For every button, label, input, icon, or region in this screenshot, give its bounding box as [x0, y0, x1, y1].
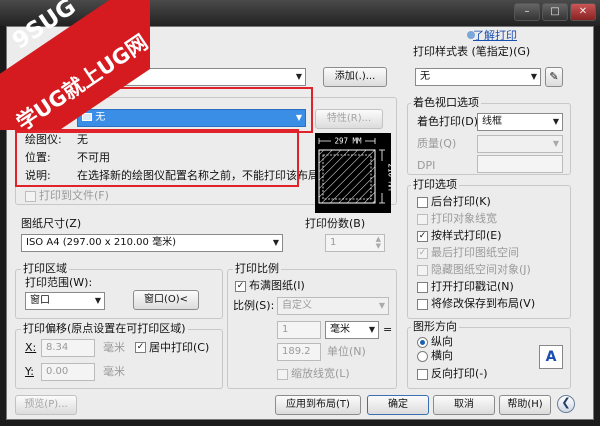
preview-height-label: 210 MM [387, 163, 392, 191]
scale-label: 比例(S): [233, 299, 275, 312]
quality-label: 质量(Q) [417, 137, 457, 150]
chevron-down-icon: ▼ [368, 325, 375, 334]
plot-style-table-title: 打印样式表 (笔指定)(G) [413, 45, 531, 58]
scale-value1-input[interactable]: 1 [277, 321, 321, 339]
cancel-button[interactable]: 取消 [433, 395, 495, 415]
upside-down-label: 反向打印(-) [431, 367, 488, 380]
scale-unit-label: 单位(N) [327, 345, 366, 358]
chevron-down-icon: ▼ [552, 139, 559, 148]
plot-option-checkbox[interactable]: ✓ [417, 248, 428, 259]
plot-option-label: 将修改保存到布局(V) [431, 297, 536, 310]
copies-label: 打印份数(B) [305, 217, 366, 230]
page-setup-name-combo[interactable]: 无> ▼ [77, 68, 306, 86]
plot-option-label: 最后打印图纸空间 [431, 246, 519, 259]
offset-x-unit: 毫米 [103, 341, 125, 354]
fit-to-paper-checkbox[interactable]: ✓ [235, 281, 246, 292]
landscape-radio[interactable] [417, 351, 428, 362]
help-link[interactable]: 了解打印 [473, 29, 517, 43]
offset-y-input[interactable]: 0.00 [41, 363, 95, 381]
chevron-down-icon: ▼ [530, 72, 537, 81]
portrait-radio[interactable] [417, 337, 428, 348]
offset-y-label: Y: [25, 365, 34, 378]
chevron-down-icon: ▼ [272, 238, 279, 247]
orientation-preview-icon: A [539, 345, 563, 369]
scale-unit-combo[interactable]: 毫米 ▼ [325, 321, 379, 339]
chevron-down-icon: ▼ [378, 301, 385, 310]
scale-combo[interactable]: 自定义 ▼ [277, 297, 389, 315]
center-plot-checkbox[interactable]: ✓ [135, 342, 146, 353]
plot-option-checkbox[interactable] [417, 299, 428, 310]
preview-button[interactable]: 预览(P)... [15, 395, 77, 415]
plot-option-checkbox[interactable]: ✓ [417, 231, 428, 242]
quality-combo[interactable]: ▼ [477, 135, 563, 153]
plot-to-file-label: 打印到文件(F) [39, 189, 109, 202]
plot-option-checkbox[interactable] [417, 214, 428, 225]
window-pick-button[interactable]: 窗口(O)< [133, 290, 199, 310]
maximize-button[interactable]: □ [542, 3, 568, 21]
scale-lineweights-checkbox[interactable] [277, 369, 288, 380]
help-button[interactable]: 帮助(H) [499, 395, 551, 415]
plot-option-label: 打开打印戳记(N) [431, 280, 514, 293]
offset-x-input[interactable]: 8.34 [41, 339, 95, 357]
plot-area-title: 打印区域 [21, 262, 69, 275]
add-page-setup-button[interactable]: 添加(.)... [323, 67, 387, 87]
copies-spinner[interactable]: 1 ▲ ▼ [325, 234, 385, 252]
edit-plot-style-button[interactable]: ✎ [545, 67, 563, 87]
spinner-icon: ▲ ▼ [375, 235, 381, 250]
plot-range-combo[interactable]: 窗口 ▼ [25, 292, 105, 310]
plot-range-label: 打印范围(W): [25, 276, 93, 289]
fit-to-paper-label: 布满图纸(I) [249, 279, 305, 292]
chevron-down-icon: ▼ [552, 117, 559, 126]
portrait-label: 纵向 [431, 335, 453, 348]
plot-to-file-checkbox[interactable] [25, 191, 36, 202]
landscape-label: 横向 [431, 349, 453, 362]
shade-plot-label: 着色打印(D) [417, 115, 479, 128]
plot-option-label: 隐藏图纸空间对象(J) [431, 263, 531, 276]
offset-y-unit: 毫米 [103, 365, 125, 378]
plot-dialog: 了解打印 无> ▼ 添加(.)... 绘图仪 名称(M): 无 ▼ 特性(R)..… [6, 26, 594, 420]
scale-equals: = [383, 323, 393, 336]
plot-options-title: 打印选项 [411, 178, 459, 191]
plot-option-label: 按样式打印(E) [431, 229, 502, 242]
apply-to-layout-button[interactable]: 应用到布局(T) [275, 395, 361, 415]
title-bar: – □ ✕ [0, 0, 600, 26]
paper-preview-graphic: 297 MM 210 MM [318, 136, 396, 204]
dpi-label: DPI [417, 159, 436, 172]
center-plot-label: 居中打印(C) [149, 341, 210, 354]
preview-width-label: 297 MM [334, 137, 362, 146]
offset-x-label: X: [25, 341, 37, 354]
plot-option-checkbox[interactable] [417, 265, 428, 276]
plot-style-table-combo[interactable]: 无 ▼ [415, 68, 541, 86]
printer-properties-button[interactable]: 特性(R)... [315, 109, 383, 129]
plot-option-checkbox[interactable] [417, 197, 428, 208]
close-button[interactable]: ✕ [570, 3, 596, 21]
chevron-left-icon: ❮ [561, 396, 571, 409]
dpi-input[interactable] [477, 155, 563, 173]
paper-size-label: 图纸尺寸(Z) [21, 217, 82, 230]
chevron-down-icon: ▼ [295, 72, 302, 81]
plot-option-label: 打印对象线宽 [431, 212, 497, 225]
ok-button[interactable]: 确定 [367, 395, 429, 415]
plot-option-label: 后台打印(K) [431, 195, 491, 208]
highlight-printer-info-box [15, 129, 299, 187]
collapse-options-button[interactable]: ❮ [557, 395, 575, 413]
minimize-button[interactable]: – [514, 3, 540, 21]
paper-size-combo[interactable]: ISO A4 (297.00 x 210.00 毫米) ▼ [21, 234, 283, 252]
plot-offset-title: 打印偏移(原点设置在可打印区域) [21, 322, 188, 335]
plot-scale-title: 打印比例 [233, 262, 281, 275]
shaded-viewport-title: 着色视口选项 [411, 96, 481, 109]
chevron-down-icon: ▼ [94, 296, 101, 305]
highlight-printer-name-box [15, 87, 313, 133]
plot-option-checkbox[interactable] [417, 282, 428, 293]
paper-preview: 297 MM 210 MM [315, 133, 396, 213]
upside-down-checkbox[interactable] [417, 369, 428, 380]
scale-lineweights-label: 缩放线宽(L) [291, 367, 350, 380]
shade-plot-combo[interactable]: 线框 ▼ [477, 113, 563, 131]
scale-value2-input[interactable]: 189.2 [277, 343, 321, 361]
orientation-title: 图形方向 [411, 320, 459, 333]
edit-pencil-icon: ✎ [549, 70, 559, 83]
